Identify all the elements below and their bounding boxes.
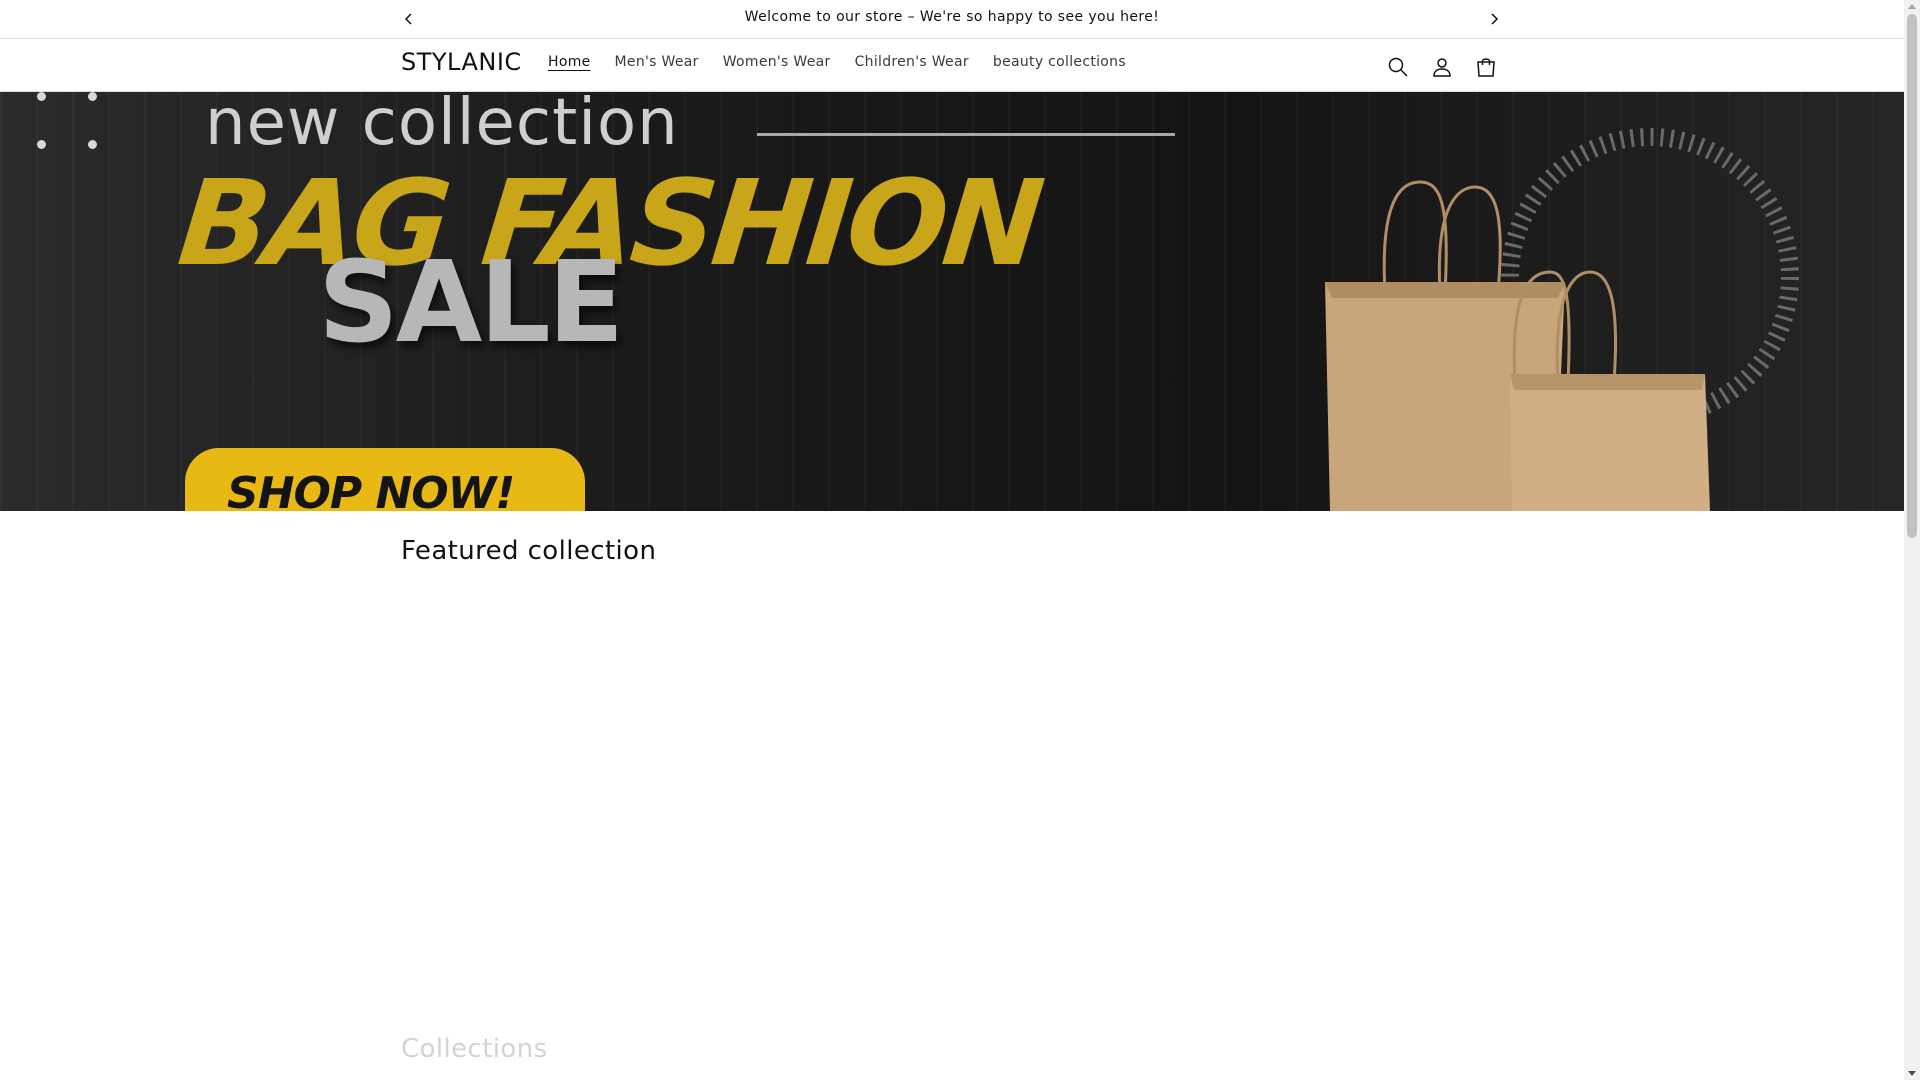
nav-item-beauty-collections[interactable]: beauty collections [981,54,1138,70]
header-icons [1378,47,1506,87]
shopping-bags-image [1325,128,1799,511]
nav-item-womens-wear[interactable]: Women's Wear [711,54,843,70]
scroll-up-arrow-icon[interactable] [1908,4,1916,9]
featured-collection-title: Featured collection [401,536,657,566]
site-header: STYLANIC Home Men's Wear Women's Wear Ch… [0,39,1904,92]
nav-item-home[interactable]: Home [536,54,603,70]
page-scrollbar[interactable] [1904,0,1920,1080]
chevron-left-icon [404,13,412,25]
hero-banner[interactable]: new collection BAG FASHION SALE SHOP NOW… [0,92,1904,511]
announcement-prev-button[interactable] [397,7,421,31]
store-logo[interactable]: STYLANIC [401,48,522,76]
search-icon [1388,57,1408,77]
shop-now-label: SHOP NOW! [227,468,515,511]
account-button[interactable] [1422,47,1462,87]
announcement-message: Welcome to our store – We're so happy to… [744,9,1160,25]
page: Welcome to our store – We're so happy to… [0,0,1904,1080]
announcement-bar: Welcome to our store – We're so happy to… [0,0,1904,39]
nav-item-childrens-wear[interactable]: Children's Wear [843,54,981,70]
chevron-right-icon [1491,13,1499,25]
banner-divider [757,133,1175,136]
scroll-down-arrow-icon[interactable] [1908,1071,1916,1076]
shop-now-button[interactable]: SHOP NOW! [185,448,585,511]
cart-button[interactable] [1466,47,1506,87]
main-nav: Home Men's Wear Women's Wear Children's … [536,54,1138,70]
account-icon [1433,58,1451,77]
scrollbar-thumb[interactable] [1907,14,1917,538]
cart-icon [1477,58,1495,77]
banner-eyebrow: new collection [205,92,679,160]
banner-subheadline: SALE [318,238,624,368]
collections-title: Collections [401,1034,548,1064]
nav-item-mens-wear[interactable]: Men's Wear [603,54,711,70]
announcement-next-button[interactable] [1482,7,1506,31]
search-button[interactable] [1378,47,1418,87]
